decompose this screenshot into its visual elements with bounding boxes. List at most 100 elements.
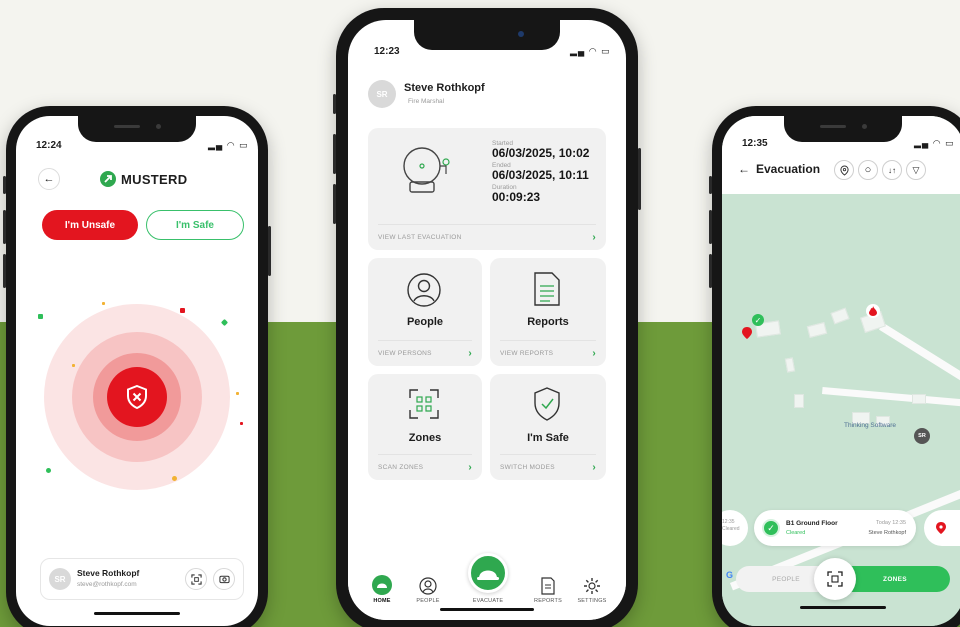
person-icon xyxy=(407,273,441,307)
avatar: SR xyxy=(368,80,396,108)
camera-button[interactable] xyxy=(213,568,235,590)
last-evacuation-card[interactable]: Started 06/03/2025, 10:02 Ended 06/03/20… xyxy=(368,128,606,250)
helmet-icon xyxy=(372,575,392,595)
qr-scan-icon xyxy=(409,389,439,419)
im-safe-title: I'm Safe xyxy=(527,432,569,444)
im-safe-tile[interactable]: I'm Safe SWITCH MODES › xyxy=(490,374,606,480)
view-last-evacuation-link[interactable]: VIEW LAST EVACUATION xyxy=(378,234,462,241)
map-place-label: Thinking Software xyxy=(844,422,897,429)
home-indicator xyxy=(94,612,180,615)
user-name: Steve Rothkopf xyxy=(77,568,140,578)
location-button[interactable] xyxy=(834,160,854,180)
zone-cleared-by: Steve Rothkopf xyxy=(868,530,906,536)
location-pin-icon xyxy=(839,165,849,176)
user-card[interactable]: SR Steve Rothkopf steve@rothkopf.com xyxy=(40,558,244,600)
back-button[interactable]: ← xyxy=(38,168,60,190)
status-icons: ▂▄ ◠ ▭ xyxy=(914,138,955,148)
people-tile[interactable]: People VIEW PERSONS › xyxy=(368,258,482,366)
zone-name: B1 Ground Floor xyxy=(786,520,838,527)
chevron-right-icon: › xyxy=(468,462,472,473)
toggle-zones[interactable]: ZONES xyxy=(840,566,950,592)
im-unsafe-button[interactable]: I'm Unsafe xyxy=(42,210,138,240)
chevron-right-icon: › xyxy=(468,348,472,359)
helmet-icon xyxy=(477,570,499,580)
tab-settings[interactable]: SETTINGS xyxy=(570,577,614,604)
shield-check-icon xyxy=(534,387,560,421)
document-icon xyxy=(534,272,560,306)
map-marker-cleared[interactable]: ✓ xyxy=(752,314,764,326)
chevron-right-icon: › xyxy=(592,232,596,243)
camera-icon xyxy=(218,575,230,584)
musterd-logo-icon xyxy=(100,171,116,187)
zone-card-b1[interactable]: ✓ B1 Ground Floor Cleared Today 12:35 St… xyxy=(754,510,916,546)
zones-title: Zones xyxy=(408,432,442,444)
map-pin-red[interactable] xyxy=(742,326,752,339)
search-button[interactable]: ○ xyxy=(858,160,878,180)
notch xyxy=(414,20,560,50)
arrow-left-icon: ← xyxy=(738,162,750,176)
sort-icon: ↓↑ xyxy=(888,165,896,175)
gear-icon xyxy=(584,578,600,594)
view-reports-link[interactable]: VIEW REPORTS xyxy=(500,350,553,357)
location-pin-icon xyxy=(742,327,752,339)
ended-value: 06/03/2025, 10:11 xyxy=(492,168,589,182)
confetti-dot xyxy=(220,318,229,327)
search-icon: ○ xyxy=(864,164,872,176)
home-indicator xyxy=(800,606,886,609)
sort-button[interactable]: ↓↑ xyxy=(882,160,902,180)
check-circle-icon: ✓ xyxy=(762,519,780,537)
confetti-dot xyxy=(236,392,239,395)
user-name: Steve Rothkopf xyxy=(404,82,485,94)
confetti-dot xyxy=(102,302,105,305)
people-title: People xyxy=(406,316,444,328)
map-view[interactable]: ✓ Thinking Software SR 12:35 Cleared ✓ B… xyxy=(722,194,960,626)
im-safe-button[interactable]: I'm Safe xyxy=(146,210,244,240)
page-title: Evacuation xyxy=(756,162,821,176)
check-icon: ✓ xyxy=(754,315,762,325)
phone-left: 12:24 ▂▄ ◠ ▭ ← MUSTERD I'm Unsafe I'm Sa… xyxy=(3,106,271,627)
phone-right-screen: ✓ Thinking Software SR 12:35 Cleared ✓ B… xyxy=(722,116,960,626)
tab-reports[interactable]: REPORTS xyxy=(526,577,570,604)
qr-scan-icon xyxy=(190,573,202,585)
zone-time: Today 12:35 xyxy=(876,520,906,526)
map-user-avatar: SR xyxy=(914,428,930,444)
confetti-dot xyxy=(180,308,185,313)
started-value: 06/03/2025, 10:02 xyxy=(492,146,590,160)
notch xyxy=(784,116,902,142)
confetti-dot xyxy=(240,422,243,425)
map-header: 12:35 ▂▄ ◠ ▭ ← Evacuation ○ ↓↑ ▽ xyxy=(722,116,960,194)
zones-tile[interactable]: Zones SCAN ZONES › xyxy=(368,374,482,480)
unsafe-alert-button[interactable] xyxy=(107,367,167,427)
brand-name: MUSTERD xyxy=(121,171,188,187)
switch-modes-link[interactable]: SWITCH MODES xyxy=(500,464,555,471)
scan-zones-link[interactable]: SCAN ZONES xyxy=(378,464,423,471)
confetti-dot xyxy=(38,314,43,319)
tab-home[interactable]: HOME xyxy=(360,575,404,604)
tab-evacuate[interactable]: EVACUATE xyxy=(465,553,511,604)
map-marker-fire[interactable] xyxy=(866,304,880,318)
phone-center-screen: 12:23 ▂▄ ◠ ▭ SR Steve Rothkopf Fire Mars… xyxy=(348,20,626,620)
chevron-right-icon: › xyxy=(592,462,596,473)
zone-status: Cleared xyxy=(786,530,806,536)
scan-fab[interactable] xyxy=(814,558,856,600)
arrow-left-icon: ← xyxy=(43,173,55,185)
home-indicator xyxy=(440,608,534,611)
confetti-dot xyxy=(172,476,177,481)
evacuate-button[interactable] xyxy=(468,553,508,593)
zone-card-peek-right[interactable] xyxy=(924,510,960,546)
status-time: 12:35 xyxy=(742,138,768,149)
google-logo: G xyxy=(726,570,734,580)
confetti-dot xyxy=(72,364,75,367)
duration-value: 00:09:23 xyxy=(492,190,541,204)
person-icon xyxy=(419,577,437,595)
user-role: Fire Marshal xyxy=(408,98,445,105)
tab-people[interactable]: PEOPLE xyxy=(406,577,450,604)
status-time: 12:24 xyxy=(36,140,62,151)
reports-tile[interactable]: Reports VIEW REPORTS › xyxy=(490,258,606,366)
view-persons-link[interactable]: VIEW PERSONS xyxy=(378,350,432,357)
back-button[interactable]: ← xyxy=(738,162,750,176)
confetti-dot xyxy=(46,468,51,473)
scan-button[interactable] xyxy=(185,568,207,590)
filter-button[interactable]: ▽ xyxy=(906,160,926,180)
zone-card-peek-left[interactable]: 12:35 Cleared xyxy=(722,510,748,546)
